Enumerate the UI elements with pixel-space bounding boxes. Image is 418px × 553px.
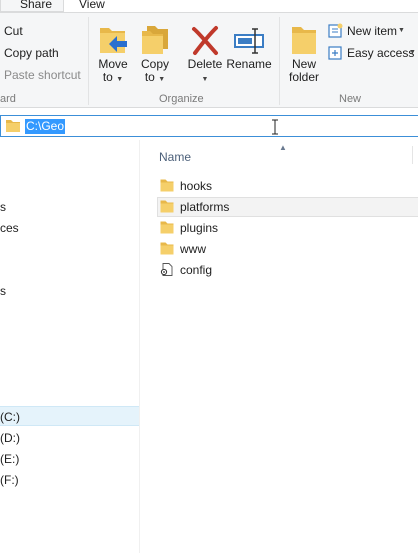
move-to-label-1: Move [98, 57, 128, 71]
new-folder-label-1: New [291, 57, 316, 71]
chevron-down-icon: ▼ [201, 76, 209, 83]
new-item-button[interactable]: New item ▼ [328, 23, 418, 41]
chevron-down-icon: ▼ [409, 49, 416, 56]
new-folder-button[interactable]: New folder [285, 21, 323, 89]
easy-access-label: Easy access [347, 46, 415, 60]
rename-button[interactable]: Rename [226, 21, 272, 87]
address-bar[interactable]: C:\Geo [0, 115, 418, 137]
new-folder-label-2: folder [288, 70, 320, 84]
rename-icon [234, 28, 264, 54]
file-name: plugins [180, 221, 219, 235]
easy-access-icon [328, 46, 342, 60]
move-to-button[interactable]: Move to ▼ [95, 21, 131, 87]
tab-share[interactable]: Share [0, 0, 64, 12]
address-path-input[interactable]: C:\Geo [25, 119, 66, 134]
folder-icon [6, 120, 20, 132]
organize-group-label: Organize [159, 93, 204, 105]
config-file-icon [160, 263, 173, 276]
file-row[interactable]: hooks [157, 176, 418, 196]
file-name: www [180, 242, 206, 256]
ribbon-tab-strip: Share View [0, 0, 418, 12]
address-bar-row: C:\Geo [0, 114, 418, 138]
ribbon: Cut Copy path Paste shortcut ard Move to… [0, 12, 418, 108]
folder-icon [160, 179, 174, 192]
tab-view[interactable]: View [79, 0, 105, 11]
file-row[interactable]: plugins [157, 218, 418, 238]
chevron-down-icon: ▼ [116, 76, 124, 83]
file-name: config [180, 263, 213, 277]
new-item-icon [328, 23, 343, 38]
delete-label: Delete [187, 57, 223, 71]
new-group-label: New [339, 93, 362, 105]
sort-ascending-icon: ▲ [279, 143, 287, 152]
paste-shortcut-button[interactable]: Paste shortcut [4, 68, 81, 82]
chevron-down-icon: ▼ [158, 76, 166, 83]
copy-path-button[interactable]: Copy path [4, 46, 59, 60]
ribbon-separator [279, 17, 280, 105]
nav-item-drive-d[interactable]: (D:) [0, 428, 20, 448]
move-to-icon [100, 28, 127, 53]
folder-icon [160, 221, 174, 234]
file-row[interactable]: platforms [157, 197, 418, 217]
copy-to-label-2: to [144, 70, 155, 84]
copy-to-label-1: Copy [140, 57, 169, 71]
new-item-label: New item [347, 24, 398, 38]
new-folder-icon [292, 27, 316, 54]
delete-button[interactable]: Delete ▼ [186, 21, 224, 87]
file-name: platforms [180, 200, 230, 214]
navigation-pane: s ces s (C:) (D:) (E:) (F:) [0, 140, 140, 553]
clipboard-group-label: ard [0, 93, 16, 105]
copy-to-button[interactable]: Copy to ▼ [138, 21, 172, 87]
easy-access-button[interactable]: Easy access ▼ [328, 45, 418, 63]
rename-label: Rename [226, 57, 272, 71]
nav-item-drive-c[interactable]: (C:) [0, 406, 139, 426]
file-name: hooks [180, 179, 213, 193]
move-to-label-2: to [102, 70, 113, 84]
nav-item[interactable]: ces [0, 218, 19, 238]
delete-icon [192, 26, 218, 55]
folder-icon [160, 200, 174, 213]
nav-item[interactable]: s [0, 197, 6, 217]
column-divider[interactable] [412, 146, 413, 164]
folder-icon [160, 242, 174, 255]
cut-button[interactable]: Cut [4, 24, 23, 38]
nav-item[interactable]: s [0, 281, 6, 301]
file-row[interactable]: config [157, 260, 418, 280]
nav-item-drive-f[interactable]: (F:) [0, 470, 19, 490]
clipboard-group: Cut Copy path Paste shortcut ard [0, 13, 88, 109]
file-row[interactable]: www [157, 239, 418, 259]
copy-to-icon [142, 26, 168, 54]
nav-item-drive-e[interactable]: (E:) [0, 449, 19, 469]
text-cursor-icon [272, 119, 278, 135]
ribbon-separator [88, 17, 89, 105]
chevron-down-icon: ▼ [398, 27, 405, 34]
column-header-name[interactable]: Name [159, 150, 191, 164]
